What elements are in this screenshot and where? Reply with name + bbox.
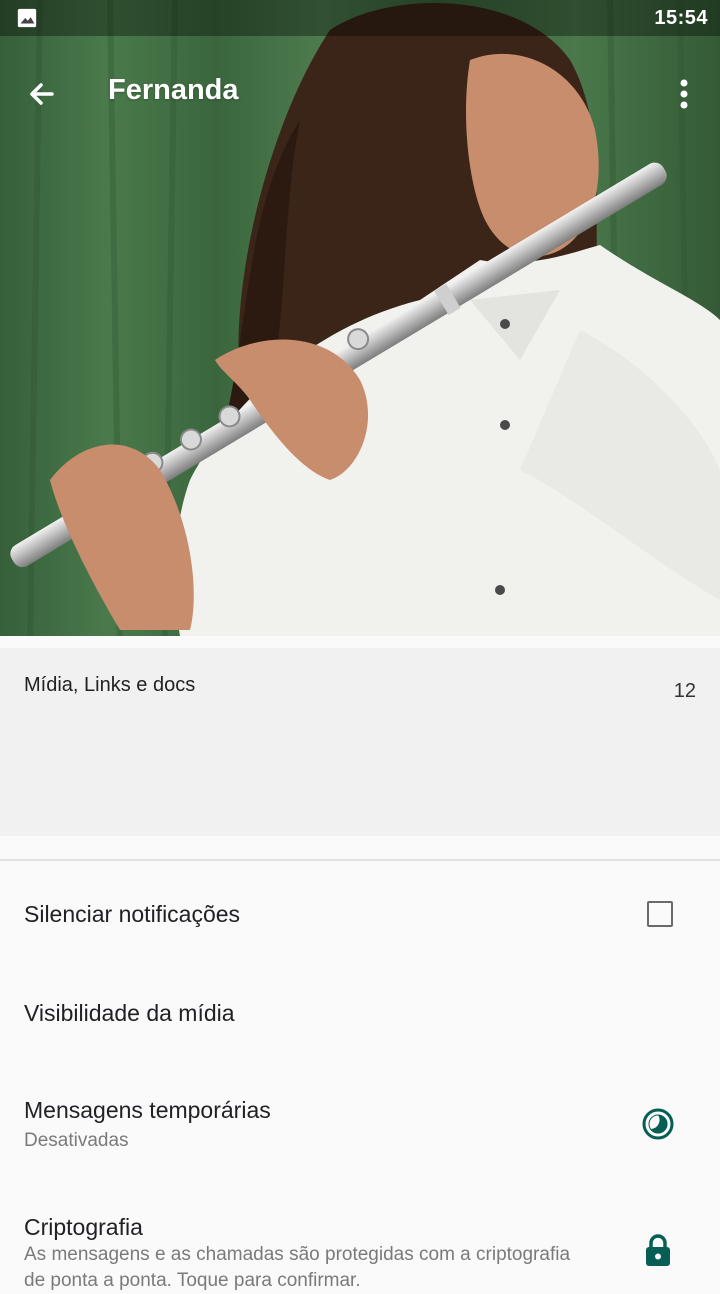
timer-icon — [642, 1108, 674, 1140]
disappearing-messages-status: Desativadas — [24, 1130, 129, 1151]
more-vert-icon[interactable] — [668, 76, 700, 112]
media-visibility-label: Visibilidade da mídia — [24, 1000, 235, 1026]
status-time: 15:54 — [654, 6, 708, 29]
disappearing-messages-row[interactable]: Mensagens temporárias Desativadas — [0, 1066, 720, 1186]
media-count: 12 — [673, 680, 696, 702]
mute-notifications-checkbox[interactable] — [647, 901, 673, 927]
mute-notifications-label: Silenciar notificações — [24, 901, 241, 927]
media-links-docs-section[interactable]: Mídia, Links e docs 12 — [0, 648, 720, 836]
encryption-label: Criptografia — [24, 1214, 143, 1240]
contact-toolbar: Fernanda — [0, 36, 720, 148]
lock-icon — [646, 1234, 670, 1266]
image-icon — [17, 8, 37, 28]
media-label: Mídia, Links e docs — [24, 674, 196, 696]
status-bar: 15:54 — [0, 0, 720, 36]
mute-notifications-row[interactable]: Silenciar notificações — [0, 861, 720, 965]
disappearing-messages-label: Mensagens temporárias — [24, 1097, 271, 1123]
contact-name: Fernanda — [108, 74, 239, 106]
media-visibility-row[interactable]: Visibilidade da mídia — [0, 965, 720, 1061]
arrow-left-icon[interactable] — [22, 74, 62, 114]
encryption-description: As mensagens e as chamadas são protegida… — [24, 1244, 571, 1291]
